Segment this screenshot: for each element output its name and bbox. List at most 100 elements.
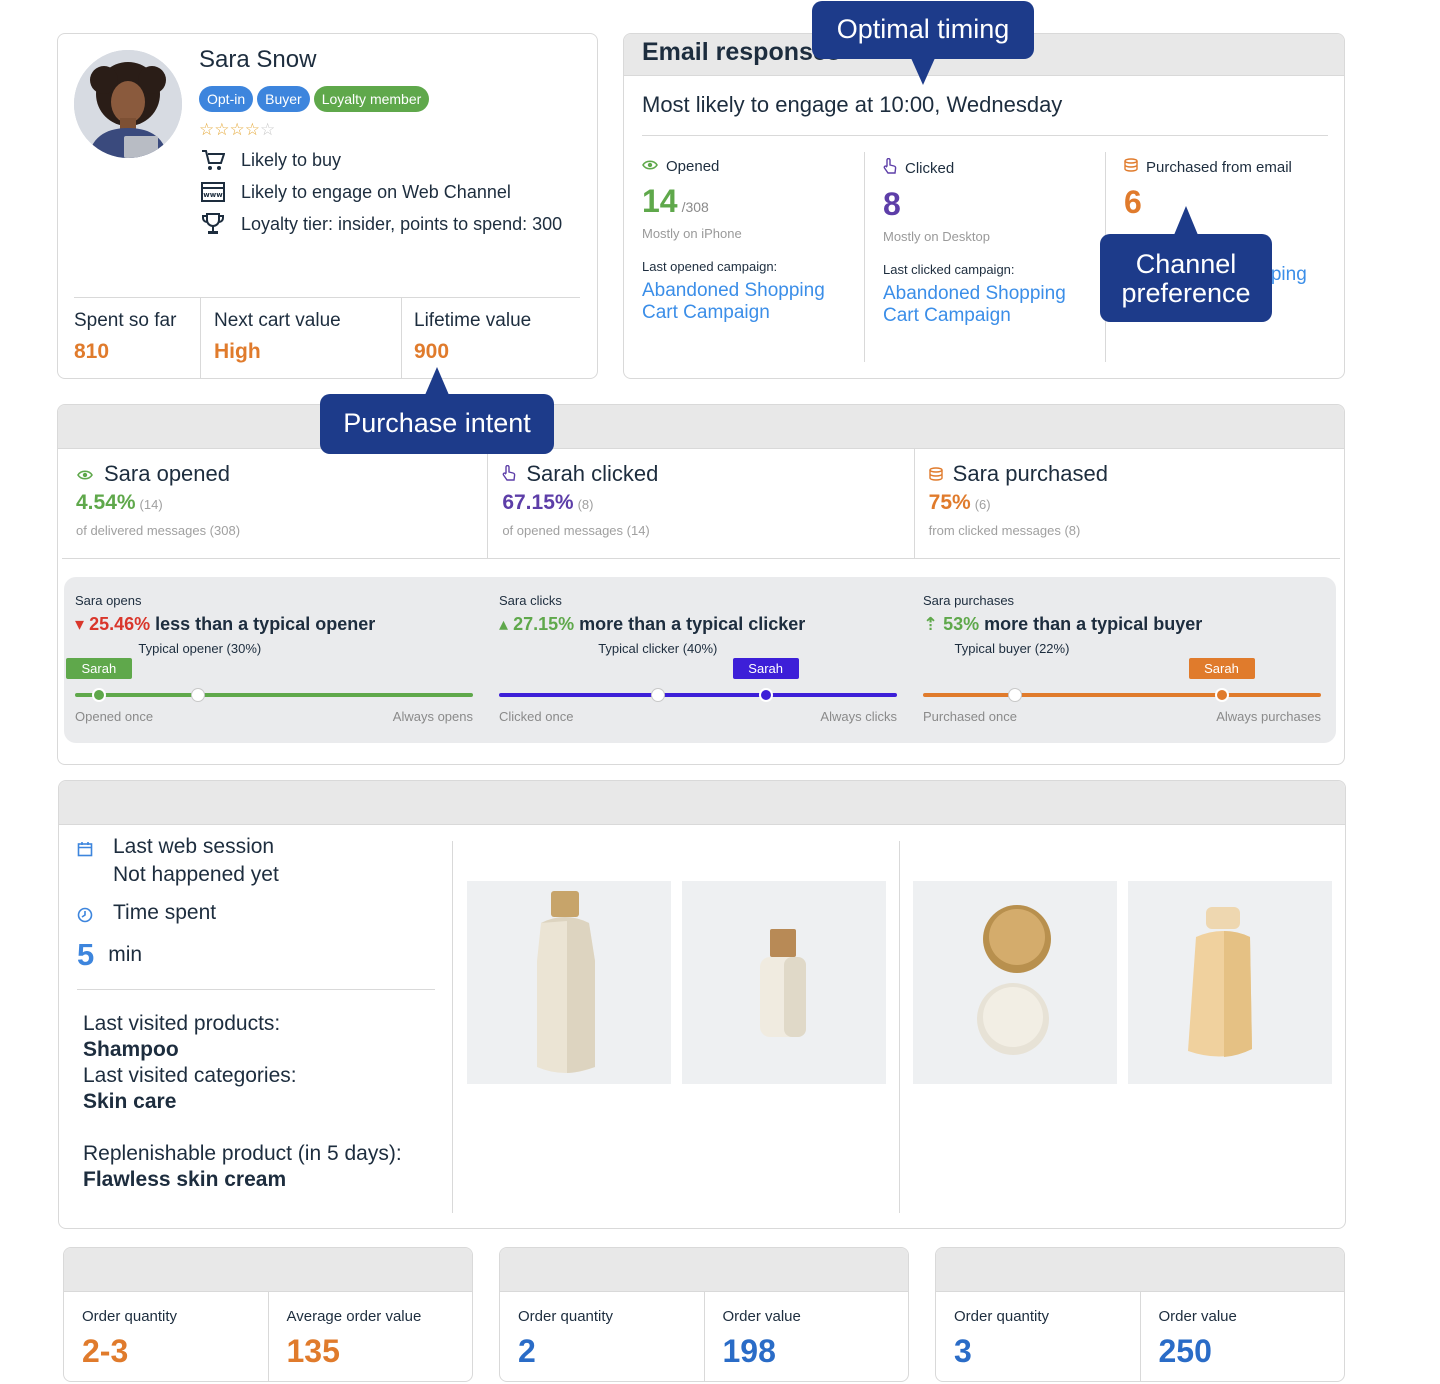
- stat-next-cart-value: Next cart value High: [201, 298, 402, 378]
- eye-icon: [76, 461, 94, 487]
- divider: [452, 841, 453, 1213]
- rating-stars: ☆☆☆☆☆: [199, 120, 275, 140]
- pointer-hand-icon: [502, 461, 516, 487]
- optimal-timing-callout: Optimal timing: [812, 1, 1034, 85]
- visited-products-info: Last visited products: Shampoo Last visi…: [83, 1012, 402, 1191]
- email-clicked-column: Clicked 8 Mostly on Desktop Last clicked…: [865, 152, 1106, 362]
- star-empty-icon: ☆: [260, 120, 276, 139]
- order-quantity: Order quantity 3: [936, 1292, 1141, 1381]
- serum-bottle-image: [682, 881, 886, 1084]
- compare-delta: 27.15%: [513, 614, 575, 634]
- order-summary-card: Order quantity 3 Order value 250: [935, 1247, 1345, 1382]
- opened-count: 14: [642, 183, 678, 219]
- cart-icon: [199, 148, 227, 172]
- funnel-opened: Sara opened 4.54% (14) of delivered messa…: [62, 449, 489, 559]
- shampoo-bottle-image: [467, 881, 671, 1084]
- time-spent-value: 5 min: [77, 937, 143, 972]
- star-filled-icon: ☆: [214, 120, 230, 139]
- web-session-info: Last web session Not happened yet Time sp…: [77, 835, 435, 973]
- last-visited-category: Skin care: [83, 1090, 177, 1113]
- compare-title: Sara opens: [75, 593, 142, 608]
- trend-up-icon: ⇡: [923, 614, 939, 634]
- tag-loyalty-member: Loyalty member: [313, 86, 430, 112]
- compare-opens: Sara opens ▾ 25.46% less than a typical o…: [64, 577, 488, 743]
- clicked-device-note: Mostly on Desktop: [883, 229, 990, 244]
- last-visited-product: Shampoo: [83, 1038, 179, 1061]
- slider-range-labels: Purchased once Always purchases: [923, 709, 1321, 724]
- product-tile[interactable]: [682, 881, 886, 1084]
- typical-marker: [651, 688, 666, 702]
- web-activity-card: Last web session Not happened yet Time sp…: [58, 780, 1346, 1229]
- slider-range-labels: Opened once Always opens: [75, 709, 473, 724]
- compare-result: ▾ 25.46% less than a typical opener: [75, 614, 376, 634]
- avatar: [74, 50, 182, 158]
- order-value: Order value 198: [722, 1308, 801, 1369]
- order-value: Order value 250: [1158, 1308, 1237, 1369]
- coins-icon: [928, 461, 943, 487]
- svg-text:www: www: [203, 191, 223, 199]
- typical-label: Typical opener (30%): [138, 641, 262, 656]
- typical-label: Typical buyer (22%): [954, 641, 1070, 656]
- product-tile[interactable]: [913, 881, 1117, 1084]
- trend-up-icon: ▴: [499, 614, 509, 634]
- comparison-slider-track: [499, 693, 897, 697]
- sarah-marker: [758, 688, 773, 702]
- clicked-count: 8: [883, 186, 901, 222]
- compare-delta: 53%: [943, 614, 980, 634]
- email-responses-card: Email responses Most likely to engage at…: [623, 33, 1345, 379]
- email-opened-column: Opened 14/308 Mostly on iPhone Last open…: [624, 152, 865, 362]
- last-web-session: Last web session Not happened yet: [77, 835, 435, 887]
- sarah-flag: Sarah: [732, 658, 799, 679]
- order-summary-card: Order quantity 2-3 Average order value 135: [63, 1247, 473, 1382]
- divider: [642, 135, 1328, 136]
- star-filled-icon: ☆: [229, 120, 245, 139]
- comparison-slider-track: [75, 693, 473, 697]
- lotion-bottle-image: [1128, 881, 1332, 1084]
- divider: [899, 841, 900, 1213]
- compare-title: Sara purchases: [923, 593, 1015, 608]
- average-order-value: Average order value 135: [286, 1308, 422, 1369]
- stat-spent-so-far: Spent so far 810: [74, 298, 201, 378]
- star-filled-icon: ☆: [244, 120, 260, 139]
- calendar-icon: [77, 835, 113, 863]
- engagement-time: Most likely to engage at 10:00, Wednesda…: [642, 92, 1063, 117]
- sarah-flag: Sarah: [1188, 658, 1255, 679]
- funnel-metrics: Sara opened 4.54% (14) of delivered messa…: [62, 449, 1340, 559]
- channel-preference-callout: Channel preference: [1100, 206, 1272, 322]
- divider: [77, 989, 435, 990]
- tag-buyer: Buyer: [257, 86, 310, 112]
- loyalty-tier-line: Loyalty tier: insider, points to spend: …: [199, 212, 562, 236]
- sarah-flag: Sarah: [65, 658, 132, 679]
- last-opened-campaign-link[interactable]: Abandoned Shopping Cart Campaign: [642, 280, 846, 324]
- product-tile[interactable]: [1128, 881, 1332, 1084]
- web-card-header: [59, 781, 1345, 825]
- funnel-purchased: Sara purchased 75% (6) from clicked messa…: [914, 449, 1340, 559]
- coins-icon: [1124, 158, 1138, 176]
- compare-purchases: Sara purchases ⇡ 53% more than a typical …: [912, 577, 1336, 743]
- compare-title: Sara clicks: [499, 593, 562, 608]
- likely-to-buy-line: Likely to buy: [199, 148, 341, 172]
- last-clicked-campaign-link[interactable]: Abandoned Shopping Cart Campaign: [883, 283, 1087, 327]
- typical-label: Typical clicker (40%): [598, 641, 718, 656]
- trophy-icon: [199, 212, 227, 236]
- comparison-slider-track: [923, 693, 1321, 697]
- slider-range-labels: Clicked once Always clicks: [499, 709, 897, 724]
- eye-icon: [642, 158, 658, 175]
- web-browser-icon: www: [199, 180, 227, 204]
- profile-card: Sara Snow Opt-in Buyer Loyalty member ☆☆…: [57, 33, 598, 379]
- funnel-card-header: [58, 405, 1344, 449]
- order-summary-card: Order quantity 2 Order value 198: [499, 1247, 909, 1382]
- product-tile[interactable]: [467, 881, 671, 1084]
- typical-marker: [191, 688, 206, 702]
- order-quantity: Order quantity 2-3: [64, 1292, 269, 1381]
- purchase-intent-callout: Purchase intent: [320, 367, 554, 454]
- pointer-hand-icon: [883, 157, 897, 178]
- profile-tags: Opt-in Buyer Loyalty member: [199, 86, 430, 112]
- compare-clicks: Sara clicks ▴ 27.15% more than a typical …: [488, 577, 912, 743]
- trend-down-icon: ▾: [75, 614, 85, 634]
- opened-total: /308: [681, 199, 709, 215]
- compare-delta: 25.46%: [89, 614, 151, 634]
- profile-name: Sara Snow: [199, 46, 317, 73]
- sarah-marker: [91, 688, 106, 702]
- order-quantity: Order quantity 2: [500, 1292, 705, 1381]
